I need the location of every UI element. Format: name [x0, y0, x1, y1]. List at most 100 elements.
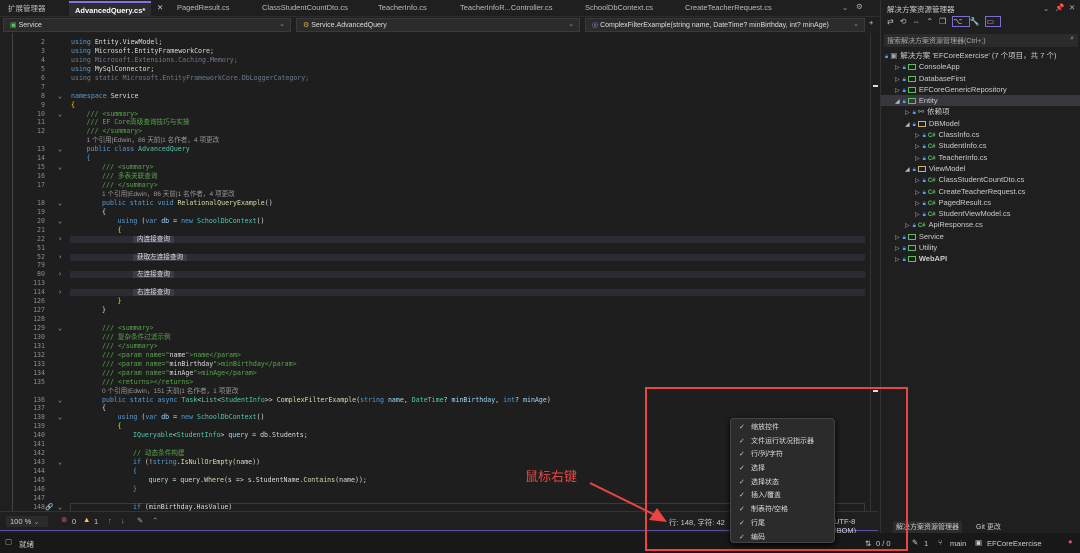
expand-arrow-icon[interactable]: ▷: [915, 178, 920, 184]
tab-classstudentcountdto-cs[interactable]: ClassStudentCountDto.cs: [262, 3, 348, 12]
collapse-icon[interactable]: ⌄: [58, 324, 62, 333]
repository-name[interactable]: EFCoreExercise: [987, 539, 1042, 548]
code-line[interactable]: 13 ⌄ public class AdvancedQuery: [13, 145, 865, 154]
filter-icon[interactable]: ⌥: [952, 16, 970, 27]
code-line[interactable]: 21 {: [13, 226, 865, 235]
tab-advancedquery-cs-[interactable]: AdvancedQuery.cs*: [69, 1, 152, 17]
tree-item[interactable]: ▷ 🔒︎ C# ClassStudentCountDto.cs: [881, 174, 1080, 185]
tab-teacherinfor-controller-cs[interactable]: TeacherInfoR...Controller.cs: [460, 3, 553, 12]
tree-item[interactable]: ▷ 🔒︎ C# TeacherInfo.cs: [881, 152, 1080, 163]
code-line[interactable]: 7: [13, 83, 865, 92]
tree-item[interactable]: ◢ 🔒︎ Entity: [881, 95, 1080, 107]
tab-schooldbcontext-cs[interactable]: SchoolDbContext.cs: [585, 3, 653, 12]
expand-arrow-icon[interactable]: ▷: [895, 257, 900, 263]
tab-pagedresult-cs[interactable]: PagedResult.cs: [177, 3, 230, 12]
code-line[interactable]: 6 using static Microsoft.EntityFrameworkC…: [13, 74, 865, 83]
collapse-icon[interactable]: ⌄: [58, 92, 62, 101]
settings-gear-icon[interactable]: ⚙: [856, 2, 863, 11]
tree-item[interactable]: ▷ 🔒︎ C# CreateTeacherRequest.cs: [881, 186, 1080, 197]
member-dropdown[interactable]: ◎ ComplexFilterExample(string name, Date…: [585, 18, 865, 32]
sync-icon[interactable]: ⇔: [912, 17, 926, 26]
menu-item[interactable]: ✓ 选择: [731, 462, 834, 476]
code-line[interactable]: 18 ⌄ public static void RelationalQueryExa…: [13, 199, 865, 208]
code-line[interactable]: 113: [13, 279, 865, 288]
code-line[interactable]: 126}: [13, 297, 865, 306]
code-line[interactable]: 4 using Microsoft.Extensions.Caching.Memo…: [13, 56, 865, 65]
code-line[interactable]: 8 ⌄ namespace Service: [13, 92, 865, 101]
menu-item[interactable]: ✓ 文件运行状况指示器: [731, 435, 834, 449]
collapse-arrow-icon[interactable]: ◢: [905, 122, 910, 128]
tree-item[interactable]: ▷ 🔒︎ C# StudentInfo.cs: [881, 140, 1080, 151]
expand-arrow-icon[interactable]: ▷: [915, 190, 920, 196]
code-line[interactable]: 11 /// EF Core高级查询技巧与实操: [13, 118, 865, 127]
branch-name[interactable]: main: [950, 539, 966, 548]
tab-git-changes[interactable]: Git 更改: [976, 522, 1001, 532]
menu-item[interactable]: ✓ 制表符/空格: [731, 503, 834, 517]
code-line[interactable]: 79: [13, 261, 865, 270]
code-line[interactable]: 12 /// </summary>: [13, 127, 865, 136]
expand-arrow-icon[interactable]: ▷: [915, 144, 920, 150]
code-line[interactable]: 15 ⌄ /// <summary>: [13, 163, 865, 172]
type-dropdown[interactable]: ⚙ Service.AdvancedQuery ⌄: [296, 18, 580, 32]
code-line[interactable]: 114 › 右连接查询: [13, 288, 865, 297]
code-line[interactable]: 80 › 左连接查询: [13, 270, 865, 279]
code-line[interactable]: 134 /// <param name="minAge">minAge</para…: [13, 369, 865, 378]
expand-icon[interactable]: ›: [58, 288, 62, 297]
chevron-down-icon[interactable]: ⌄: [1043, 4, 1049, 13]
menu-item[interactable]: ✓ 选择状态: [731, 476, 834, 490]
collapsed-region-label[interactable]: 右连接查询: [133, 289, 174, 297]
code-line[interactable]: 135 /// <returns></returns>: [13, 378, 865, 387]
tab-teacherinfo-cs[interactable]: TeacherInfo.cs: [378, 3, 427, 12]
collapsed-region-label[interactable]: 左连接查询: [133, 271, 174, 279]
pin-icon[interactable]: 📌: [1055, 3, 1064, 12]
code-line[interactable]: 20 ⌄ using (var db = new SchoolDbContext(): [13, 217, 865, 226]
warning-icon[interactable]: ▲: [83, 515, 90, 524]
collapse-icon[interactable]: ⌄: [58, 458, 62, 467]
edit-count[interactable]: 1: [924, 539, 928, 548]
collapsed-region[interactable]: [70, 253, 865, 261]
project-dropdown[interactable]: ▣ Service ⌄: [3, 18, 291, 32]
code-line[interactable]: 131 /// </summary>: [13, 342, 865, 351]
tree-item[interactable]: ▷ 🔒︎ C# PagedResult.cs: [881, 197, 1080, 208]
tree-item[interactable]: ◢ 🔒︎ DBModel: [881, 118, 1080, 129]
code-line[interactable]: 5 using MySqlConnector;: [13, 65, 865, 74]
expand-icon[interactable]: ›: [58, 235, 62, 244]
tree-item[interactable]: ▷ 🔒︎ EFCoreGenericRepository: [881, 84, 1080, 95]
code-line[interactable]: 129 ⌄ /// <summary>: [13, 324, 865, 333]
collapse-arrow-icon[interactable]: ◢: [905, 167, 910, 173]
code-line[interactable]: 1 个引用|Edwin，86 天前|1 名作者，4 项更改: [13, 190, 865, 199]
properties-icon[interactable]: 🔧: [970, 17, 986, 26]
expand-arrow-icon[interactable]: ▷: [915, 212, 920, 218]
collapsed-region[interactable]: [70, 235, 865, 243]
code-line[interactable]: 132 /// <param name="name">name</param>: [13, 351, 865, 360]
tree-item[interactable]: ▷ 🔒︎ WebAPI: [881, 253, 1080, 264]
codelens[interactable]: 1 个引用|Edwin，86 天前|1 名作者，4 项更改: [102, 191, 235, 198]
notification-icon[interactable]: ●: [1068, 537, 1073, 546]
expand-arrow-icon[interactable]: ▷: [915, 156, 920, 162]
expand-icon[interactable]: ›: [58, 253, 62, 262]
code-line[interactable]: 127}: [13, 306, 865, 315]
collapse-icon[interactable]: ⌄: [58, 217, 62, 226]
tree-item[interactable]: ▷ 🔒︎ DatabaseFirst: [881, 73, 1080, 84]
collapse-icon[interactable]: ⌄: [58, 413, 62, 422]
solution-search-input[interactable]: 搜索解决方案资源管理器(Ctrl+;) ⌕: [884, 34, 1078, 47]
collapse-arrow-icon[interactable]: ◢: [895, 99, 900, 105]
tree-item[interactable]: ▷ 🔒︎ ⚯ 依赖项: [881, 106, 1080, 117]
history-icon[interactable]: ⟲: [900, 17, 913, 26]
expand-arrow-icon[interactable]: ▷: [895, 77, 900, 83]
code-line[interactable]: 14 {: [13, 154, 865, 163]
code-line[interactable]: 3 using Microsoft.EntityFrameworkCore;: [13, 47, 865, 56]
code-line[interactable]: 16 /// 多表关联查询: [13, 172, 865, 181]
preview-icon[interactable]: ▭: [985, 16, 1002, 27]
expand-arrow-icon[interactable]: ▷: [915, 201, 920, 207]
code-line[interactable]: 1 个引用|Edwin，86 天前|1 名作者，4 项更改: [13, 136, 865, 145]
tree-item[interactable]: ▷ 🔒︎ C# ApiResponse.cs: [881, 219, 1080, 230]
code-cleanup-icon[interactable]: ✎: [137, 516, 143, 525]
show-all-files-icon[interactable]: ❐: [939, 17, 952, 26]
collapsed-region[interactable]: [70, 289, 865, 297]
tree-item[interactable]: 🔒︎ ▣ 解决方案 'EFCoreExercise' (7 个项目，共 7 个): [881, 50, 1080, 61]
code-line[interactable]: 51: [13, 244, 865, 253]
expand-arrow-icon[interactable]: ▷: [905, 110, 910, 116]
expand-arrow-icon[interactable]: ▷: [895, 88, 900, 94]
menu-item[interactable]: ✓ 缩放控件: [731, 421, 834, 435]
